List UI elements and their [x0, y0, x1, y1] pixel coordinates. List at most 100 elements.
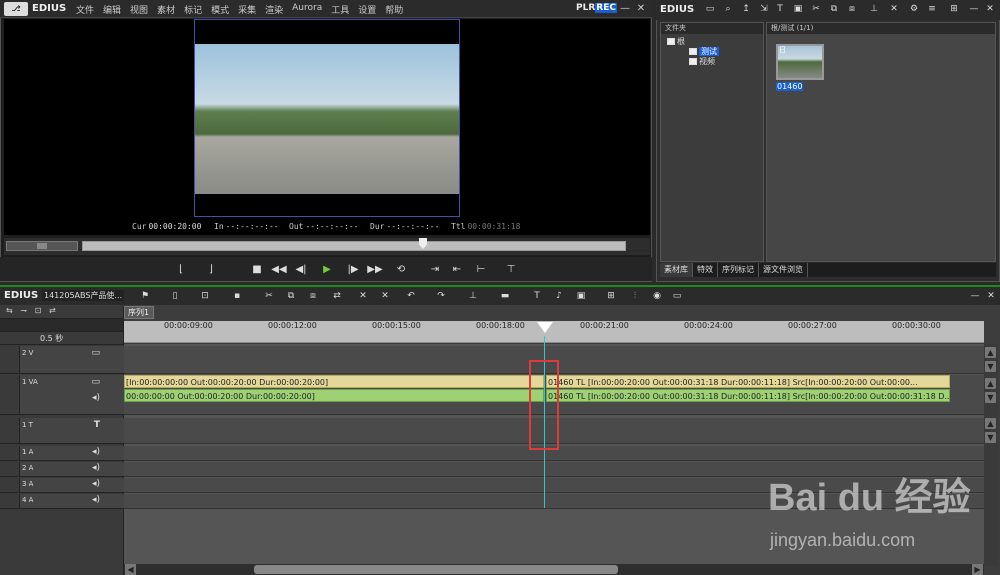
- up-icon[interactable]: ↥: [740, 3, 752, 15]
- settings-icon[interactable]: ≡: [926, 3, 938, 15]
- tab-source-browser[interactable]: 源文件浏览: [759, 263, 808, 277]
- marker-icon[interactable]: ⚑: [138, 290, 152, 302]
- scroll-up-icon[interactable]: ▲: [985, 418, 996, 429]
- speaker-icon[interactable]: ◂): [92, 479, 100, 489]
- copy-icon[interactable]: ⧉: [284, 290, 298, 302]
- snap-icon[interactable]: ⊥: [466, 290, 480, 302]
- step-forward-icon[interactable]: |▶: [344, 263, 362, 277]
- tab-markers[interactable]: 序列标记: [718, 263, 759, 277]
- redo-icon[interactable]: ↷: [434, 290, 448, 302]
- render-icon[interactable]: ▣: [574, 290, 588, 302]
- menu-item-capture[interactable]: 采集: [238, 3, 256, 16]
- time-ruler[interactable]: [124, 321, 984, 343]
- cut-icon[interactable]: ✂: [810, 3, 822, 15]
- output-icon[interactable]: ⊤: [502, 263, 520, 277]
- menu-item-file[interactable]: 文件: [76, 3, 94, 16]
- project-name[interactable]: 141205ABS产品使...: [42, 290, 124, 301]
- tree-root[interactable]: 根: [667, 36, 685, 47]
- track-a2[interactable]: 2 A ◂): [0, 462, 124, 477]
- grid-view-icon[interactable]: ⊞: [948, 3, 960, 15]
- rewind-icon[interactable]: ◀◀: [270, 263, 288, 277]
- split-icon[interactable]: ▬: [498, 290, 512, 302]
- video-track-icon[interactable]: ▭: [91, 348, 100, 358]
- scroll-right-icon[interactable]: ▶: [972, 564, 983, 575]
- video-clip-left[interactable]: [In:00:00:00:00 Out:00:00:20:00 Dur:00:0…: [124, 375, 544, 388]
- undo-icon[interactable]: ↶: [404, 290, 418, 302]
- copy-icon[interactable]: ⧉: [828, 3, 840, 15]
- fast-forward-icon[interactable]: ▶▶: [366, 263, 384, 277]
- jog-knob[interactable]: [37, 243, 47, 249]
- track-a1[interactable]: 1 A ◂): [0, 446, 124, 461]
- zoom-bar[interactable]: [0, 319, 123, 332]
- timeline-view-icon[interactable]: ▭: [670, 290, 684, 302]
- monitor-icon[interactable]: ▣: [792, 3, 804, 15]
- menu-item-mode[interactable]: 模式: [211, 3, 229, 16]
- folder-icon[interactable]: ▭: [704, 3, 716, 15]
- scroll-down-icon[interactable]: ▼: [985, 361, 996, 372]
- scroll-up-icon[interactable]: ▲: [985, 347, 996, 358]
- insert-icon[interactable]: ⇥: [426, 263, 444, 277]
- new-icon[interactable]: ▯: [168, 290, 182, 302]
- menu-item-tools[interactable]: 工具: [331, 3, 349, 16]
- delete-icon[interactable]: ✕: [888, 3, 900, 15]
- set-out-icon[interactable]: ⌋: [202, 263, 220, 277]
- tab-bin[interactable]: 素材库: [660, 263, 693, 277]
- jog-slider[interactable]: [6, 241, 78, 251]
- delete-clip-icon[interactable]: ✕: [356, 290, 370, 302]
- scroll-down-icon[interactable]: ▼: [985, 392, 996, 403]
- import-icon[interactable]: ⇲: [758, 3, 770, 15]
- mic-icon[interactable]: ♪: [552, 290, 566, 302]
- scroll-up-icon[interactable]: ▲: [985, 378, 996, 389]
- speaker-icon[interactable]: ◂): [92, 447, 100, 457]
- clip-name[interactable]: 01460: [776, 82, 804, 91]
- menu-item-view[interactable]: 视图: [130, 3, 148, 16]
- replace-icon[interactable]: ⇄: [330, 290, 344, 302]
- scroll-left-icon[interactable]: ◀: [125, 564, 136, 575]
- record-icon[interactable]: ◉: [650, 290, 664, 302]
- audio-clip-right[interactable]: 01460 TL [In:00:00:20:00 Out:00:00:31:18…: [546, 389, 950, 402]
- position-slider[interactable]: [82, 241, 626, 251]
- speaker-icon[interactable]: ◂): [92, 495, 100, 505]
- menu-item-settings[interactable]: 设置: [358, 3, 376, 16]
- paste-icon[interactable]: ⧈: [306, 290, 320, 302]
- scroll-thumb[interactable]: [254, 565, 618, 574]
- open-icon[interactable]: ⊡: [198, 290, 212, 302]
- track-a3[interactable]: 3 A ◂): [0, 478, 124, 493]
- text-icon[interactable]: T: [774, 3, 786, 15]
- minimize-timeline-icon[interactable]: —: [968, 290, 982, 302]
- scroll-down-icon[interactable]: ▼: [985, 432, 996, 443]
- set-in-icon[interactable]: ⌊: [172, 263, 190, 277]
- menu-item-edit[interactable]: 编辑: [103, 3, 121, 16]
- audio-clip-left[interactable]: 00:00:00:00 Out:00:00:20:00 Dur:00:00:20…: [124, 389, 544, 402]
- track-a4[interactable]: 4 A ◂): [0, 494, 124, 509]
- minimize-bin-icon[interactable]: —: [968, 3, 980, 15]
- multicam-icon[interactable]: ⊞: [604, 290, 618, 302]
- speaker-icon[interactable]: ◂): [92, 393, 100, 403]
- title-track-icon[interactable]: T: [94, 420, 100, 430]
- stop-icon[interactable]: ■: [248, 263, 266, 277]
- menu-item-render[interactable]: 渲染: [265, 3, 283, 16]
- zoom-control[interactable]: 0.5 秒: [0, 332, 123, 345]
- save-icon[interactable]: ▪: [230, 290, 244, 302]
- tab-effects[interactable]: 特效: [693, 263, 718, 277]
- close-bin-icon[interactable]: ✕: [984, 3, 996, 15]
- plr-rec-toggle[interactable]: PLRREC: [576, 3, 617, 13]
- close-icon[interactable]: ✕: [634, 2, 648, 15]
- trim-icon[interactable]: ⊢: [472, 263, 490, 277]
- search-icon[interactable]: ⌕: [722, 3, 734, 15]
- menu-item-aurora[interactable]: Aurora: [292, 3, 322, 16]
- track-t1[interactable]: 1 T T: [0, 418, 124, 444]
- title-icon[interactable]: T: [530, 290, 544, 302]
- loop-icon[interactable]: ⟲: [392, 263, 410, 277]
- track-v2[interactable]: 2 V ▭: [0, 346, 124, 374]
- overwrite-icon[interactable]: ⇤: [448, 263, 466, 277]
- menu-item-marker[interactable]: 标记: [184, 3, 202, 16]
- video-track-icon[interactable]: ▭: [91, 377, 100, 387]
- close-timeline-icon[interactable]: ✕: [984, 290, 998, 302]
- track-va1[interactable]: 1 VA ▭ ◂): [0, 375, 124, 415]
- menu-item-clip[interactable]: 素材: [157, 3, 175, 16]
- mixer-icon[interactable]: ⫶: [628, 290, 642, 302]
- menu-item-help[interactable]: 帮助: [385, 3, 403, 16]
- cut-icon[interactable]: ✂: [262, 290, 276, 302]
- ripple-delete-icon[interactable]: ✕: [378, 290, 392, 302]
